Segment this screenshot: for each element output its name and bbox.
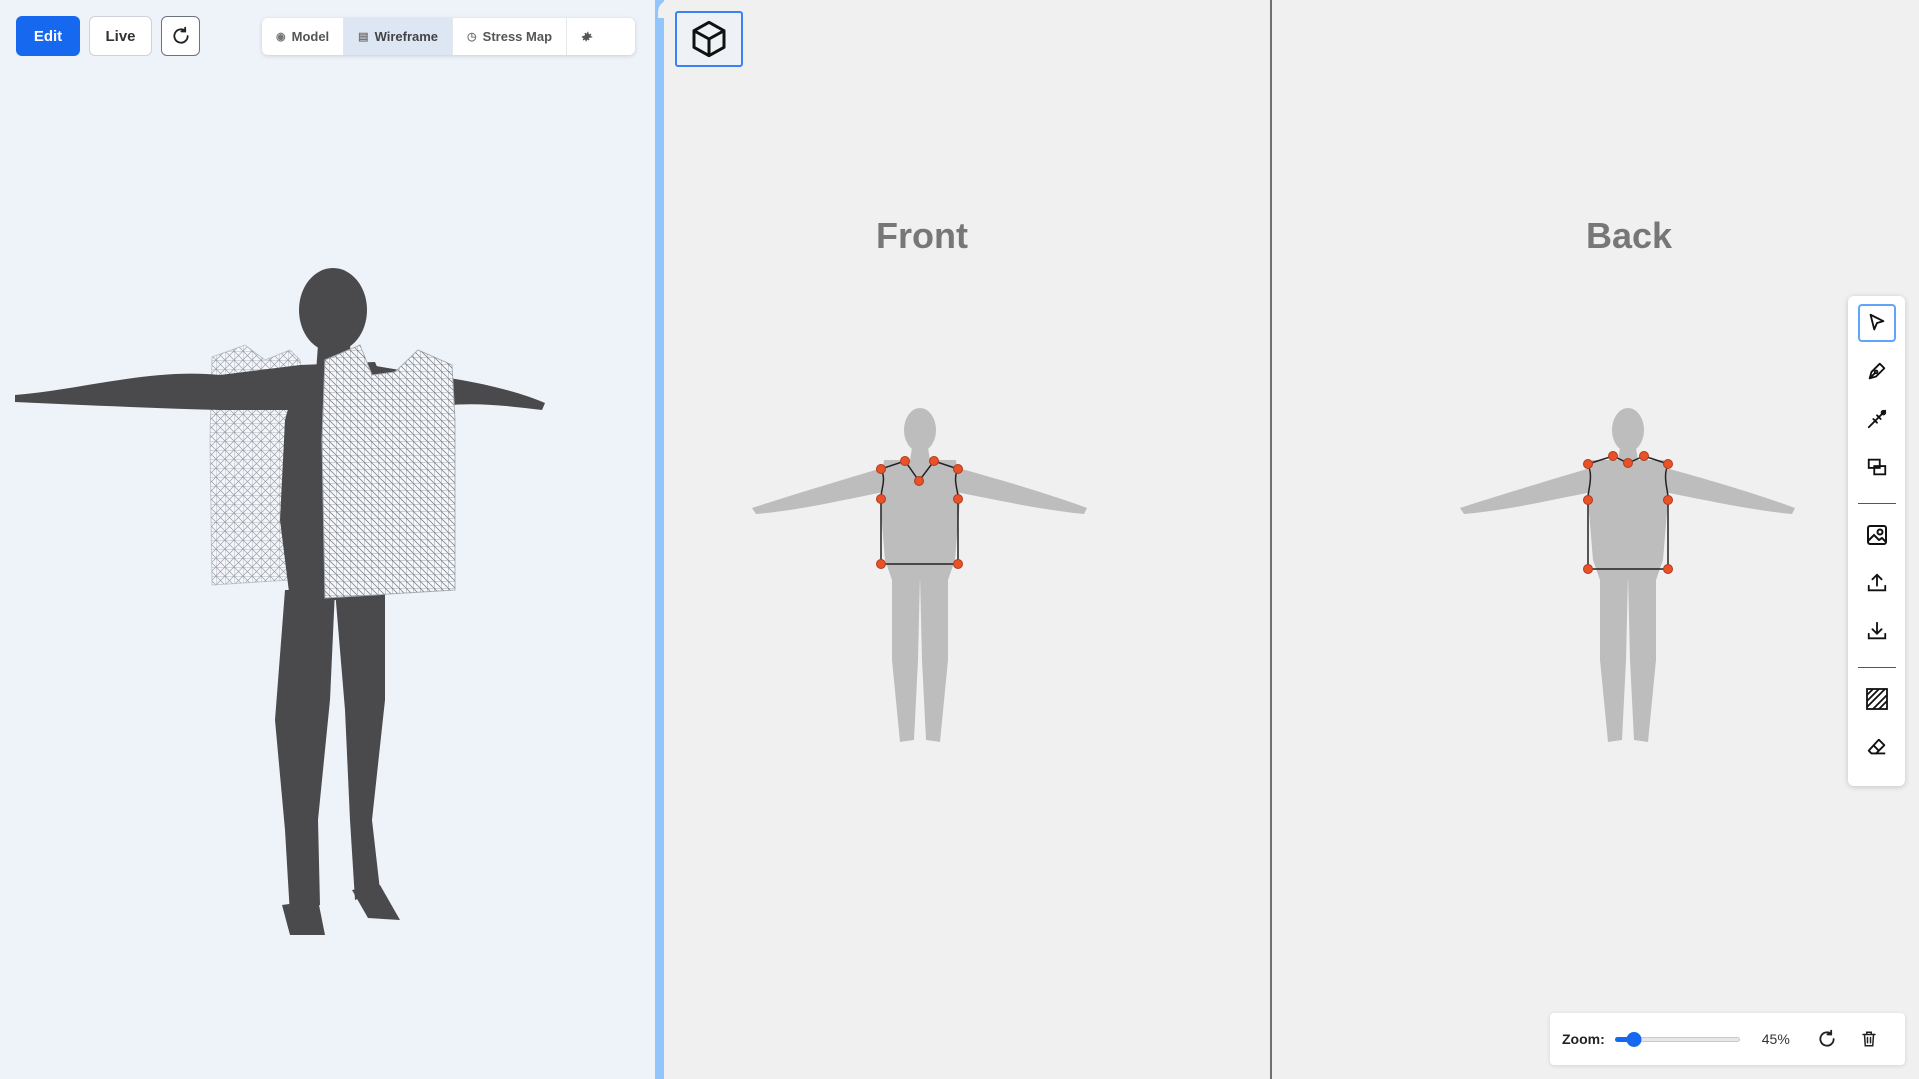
zoom-value: 45% (1761, 1031, 1790, 1047)
fabric-tool-button[interactable] (1858, 680, 1896, 718)
view-mode-toolbar: ◉ Model ▤ Wireframe ◷ Stress Map (262, 18, 635, 55)
tool-separator (1858, 503, 1896, 504)
view-mode-stress-map[interactable]: ◷ Stress Map (453, 18, 568, 55)
hatch-icon (1866, 688, 1888, 710)
cursor-icon (1869, 313, 1885, 331)
delete-button[interactable] (1852, 1022, 1886, 1056)
tool-separator (1858, 667, 1896, 668)
grid-icon: ▤ (358, 31, 369, 43)
reset-zoom-button[interactable] (1810, 1022, 1844, 1056)
view-mode-label: Stress Map (482, 29, 553, 44)
front-view-title: Front (876, 215, 968, 256)
image-tool-button[interactable] (1858, 516, 1896, 554)
pen-tool-button[interactable] (1858, 352, 1896, 390)
trash-icon (1862, 1031, 1876, 1047)
gear-icon (581, 31, 593, 41)
seam-icon (1867, 409, 1887, 429)
select-tool-button[interactable] (1858, 304, 1896, 342)
upload-icon (1867, 573, 1887, 592)
live-mode-button[interactable]: Live (89, 16, 152, 56)
download-icon (1867, 621, 1887, 640)
rotate-icon (1819, 1029, 1835, 1047)
layers-icon (1867, 458, 1887, 476)
upload-button[interactable] (1858, 564, 1896, 602)
reset-view-button[interactable] (161, 16, 200, 56)
eraser-tool-button[interactable] (1858, 728, 1896, 766)
rotate-icon (172, 26, 189, 44)
download-button[interactable] (1858, 612, 1896, 650)
front-body-outline[interactable] (752, 400, 1092, 750)
zoom-slider[interactable] (1614, 1029, 1740, 1049)
3d-view-toggle-button[interactable] (675, 11, 743, 67)
gauge-icon: ◷ (467, 31, 477, 43)
view-mode-wireframe[interactable]: ▤ Wireframe (344, 18, 454, 55)
eraser-icon (1867, 738, 1886, 755)
view-mode-model[interactable]: ◉ Model (262, 18, 345, 55)
settings-button[interactable] (567, 18, 607, 55)
globe-icon: ◉ (276, 31, 286, 43)
pen-icon (1868, 362, 1886, 380)
3d-viewport[interactable]: Edit Live ◉ Model ▤ Wireframe ◷ Stress M… (0, 0, 655, 1079)
edit-mode-button[interactable]: Edit (16, 16, 80, 56)
panel-divider[interactable] (655, 0, 670, 1079)
view-mode-label: Wireframe (374, 29, 439, 44)
back-body-outline[interactable] (1460, 400, 1800, 750)
zoom-slider-thumb[interactable] (1626, 1032, 1642, 1047)
layers-tool-button[interactable] (1858, 448, 1896, 486)
tool-palette (1848, 296, 1905, 786)
seam-tool-button[interactable] (1858, 400, 1896, 438)
3d-avatar-with-garment[interactable] (0, 0, 655, 1079)
front-back-divider (1270, 0, 1272, 1079)
zoom-panel: Zoom: 45% (1550, 1013, 1905, 1065)
back-view-title: Back (1586, 215, 1673, 256)
image-icon (1867, 525, 1887, 545)
view-mode-label: Model (291, 29, 330, 44)
cube-icon (692, 20, 726, 58)
zoom-label: Zoom: (1562, 1031, 1605, 1047)
